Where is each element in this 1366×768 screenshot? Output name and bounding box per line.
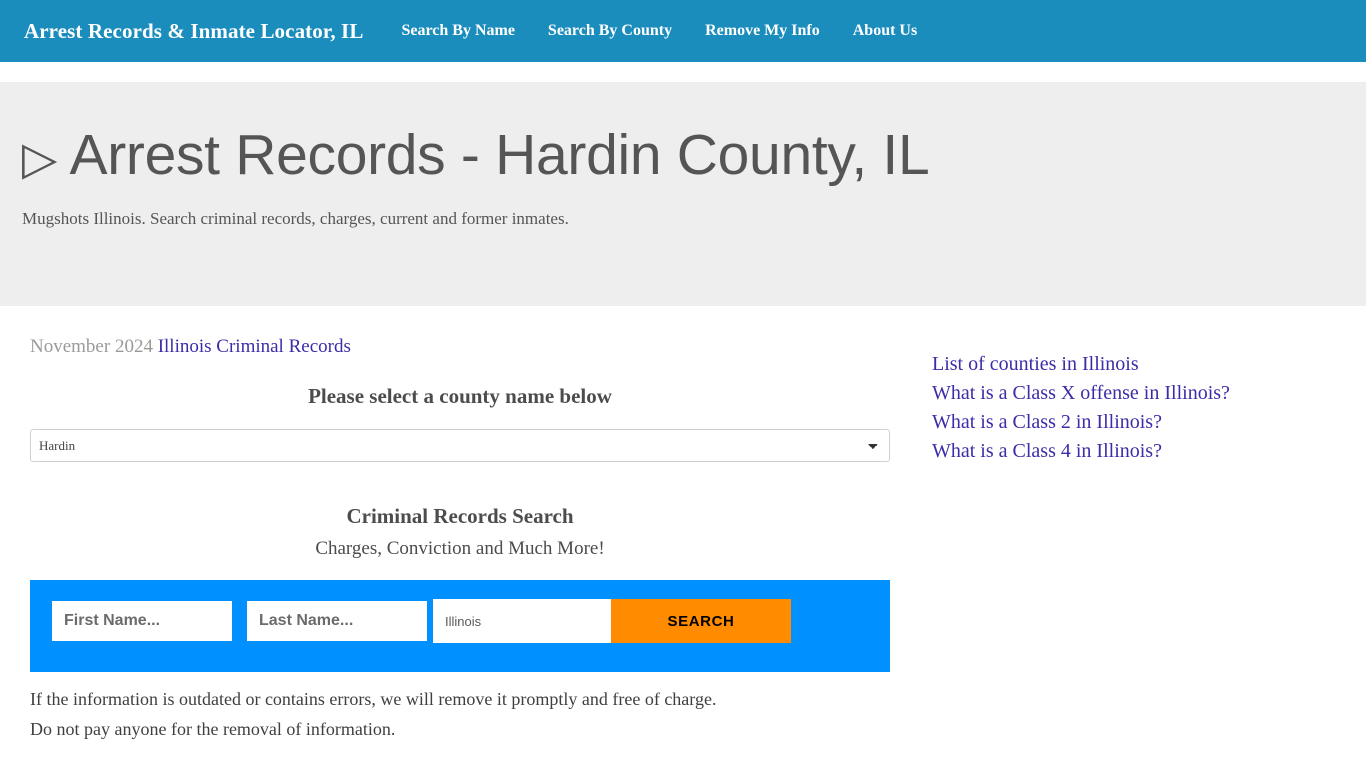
sidebar-link-class-x-offense[interactable]: What is a Class X offense in Illinois? <box>932 382 1230 404</box>
nav-links: Search By Name Search By County Remove M… <box>401 22 917 40</box>
site-brand-link[interactable]: Arrest Records & Inmate Locator, IL <box>24 19 363 44</box>
criminal-records-search-title: Criminal Records Search <box>30 504 890 529</box>
county-select[interactable]: Hardin <box>30 429 890 462</box>
search-widget: SEARCH <box>30 580 890 672</box>
nav-link-about-us[interactable]: About Us <box>853 22 917 40</box>
illinois-criminal-records-link[interactable]: Illinois Criminal Records <box>158 336 351 357</box>
nav-link-remove-my-info[interactable]: Remove My Info <box>705 22 820 40</box>
play-triangle-icon: ▷ <box>22 131 57 185</box>
main-column: November 2024 Illinois Criminal Records … <box>0 306 920 768</box>
disclaimer-line-2: Do not pay anyone for the removal of inf… <box>30 719 395 739</box>
navbar-hero-gap <box>0 62 1366 82</box>
removal-disclaimer: If the information is outdated or contai… <box>30 685 890 744</box>
list-item: What is a Class 4 in Illinois? <box>932 437 1232 466</box>
hero-section: ▷ Arrest Records - Hardin County, IL Mug… <box>0 82 1366 306</box>
list-item: List of counties in Illinois <box>932 350 1232 379</box>
sidebar: List of counties in Illinois What is a C… <box>920 306 1366 768</box>
month-label: November 2024 <box>30 336 153 357</box>
sidebar-link-list: List of counties in Illinois What is a C… <box>932 350 1232 466</box>
page-title-text: Arrest Records - Hardin County, IL <box>69 123 929 187</box>
list-item: What is a Class 2 in Illinois? <box>932 408 1232 437</box>
disclaimer-line-1: If the information is outdated or contai… <box>30 689 716 709</box>
nav-link-search-by-county[interactable]: Search By County <box>548 22 672 40</box>
state-input[interactable] <box>433 599 611 643</box>
sidebar-link-list-of-counties[interactable]: List of counties in Illinois <box>932 353 1139 375</box>
nav-link-search-by-name[interactable]: Search By Name <box>401 22 514 40</box>
hero-subtitle: Mugshots Illinois. Search criminal recor… <box>22 209 1366 229</box>
page-title: ▷ Arrest Records - Hardin County, IL <box>22 126 1366 185</box>
content-wrapper: November 2024 Illinois Criminal Records … <box>0 306 1366 768</box>
sidebar-link-class-4[interactable]: What is a Class 4 in Illinois? <box>932 440 1162 462</box>
list-item: What is a Class X offense in Illinois? <box>932 379 1232 408</box>
select-county-heading: Please select a county name below <box>30 384 890 409</box>
last-name-input[interactable] <box>247 601 427 641</box>
top-navbar: Arrest Records & Inmate Locator, IL Sear… <box>0 0 1366 62</box>
search-button[interactable]: SEARCH <box>611 599 791 643</box>
first-name-input[interactable] <box>52 601 232 641</box>
criminal-records-search-subtitle: Charges, Conviction and Much More! <box>30 538 890 560</box>
sidebar-link-class-2[interactable]: What is a Class 2 in Illinois? <box>932 411 1162 433</box>
month-line: November 2024 Illinois Criminal Records <box>30 336 920 358</box>
